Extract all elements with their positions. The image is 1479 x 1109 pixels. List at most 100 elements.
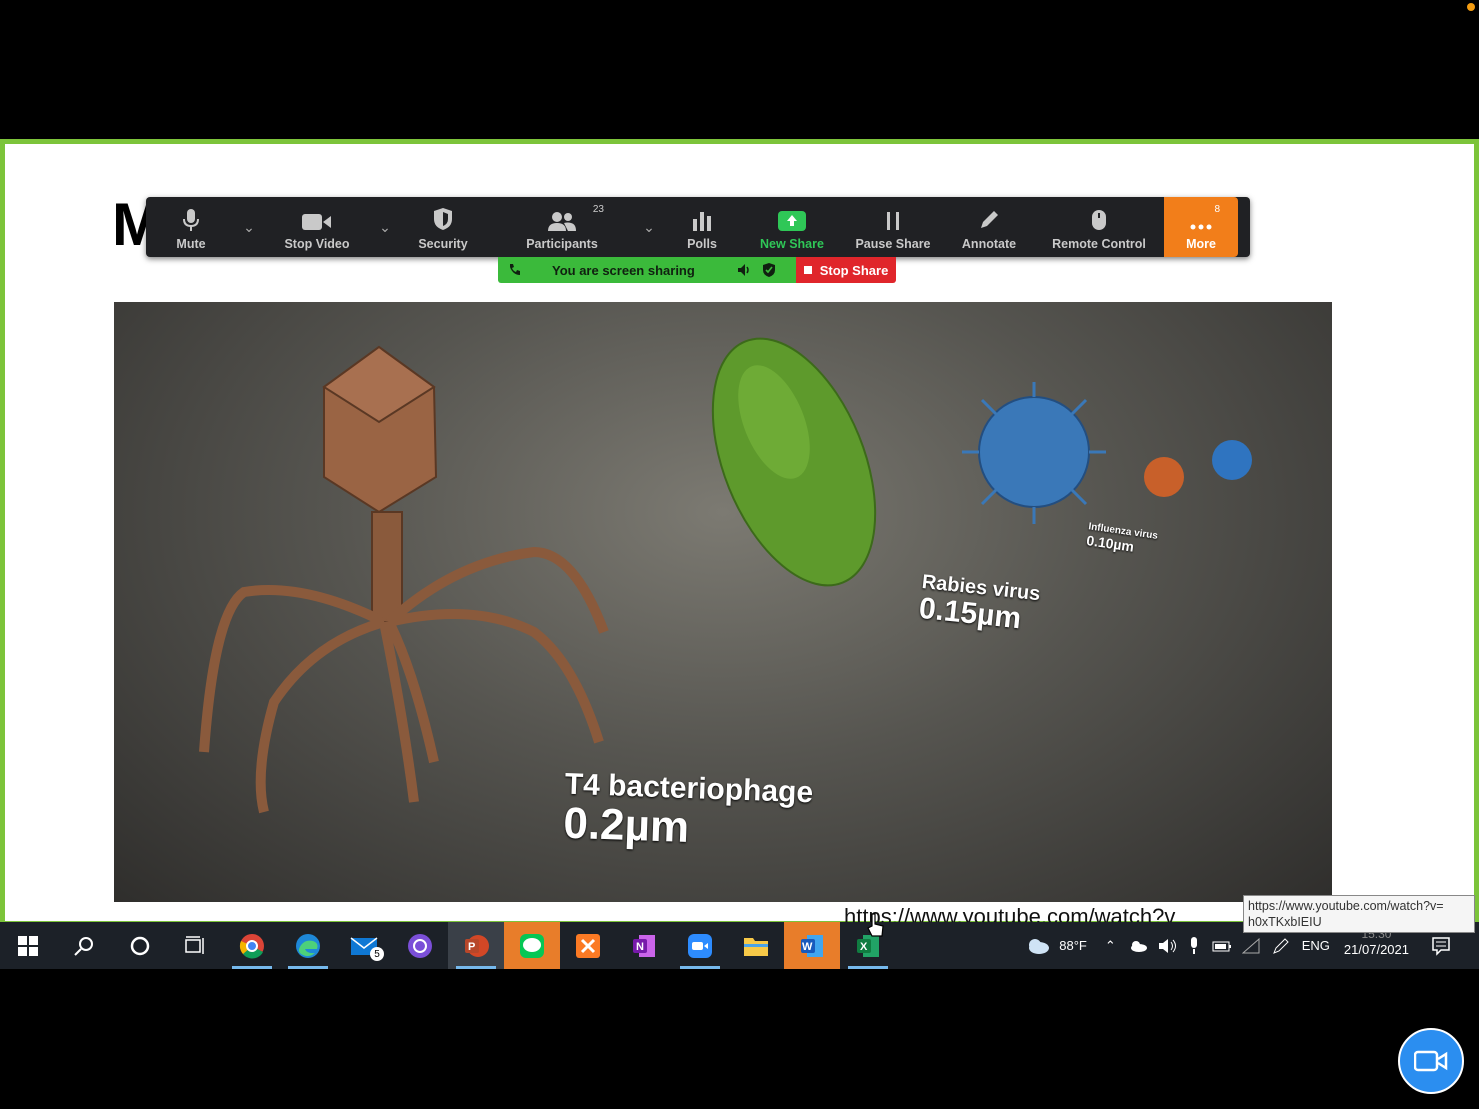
search-icon <box>74 936 93 956</box>
tooltip-line-1: https://www.youtube.com/watch?v= <box>1248 899 1444 913</box>
zoom-taskbar-button[interactable] <box>672 922 728 969</box>
annotate-label: Annotate <box>961 237 1017 251</box>
t4-size: 0.2µm <box>562 798 690 853</box>
word-icon: W <box>801 934 823 957</box>
windows-logo-icon <box>18 935 38 956</box>
participants-count: 23 <box>592 204 604 215</box>
remote-control-label: Remote Control <box>1052 237 1146 251</box>
chevron-down-icon: ⌄ <box>379 218 391 235</box>
running-indicator <box>232 966 272 969</box>
onenote-icon: N <box>633 934 655 957</box>
more-count: 8 <box>1214 204 1220 215</box>
line-chat-icon <box>520 933 544 958</box>
security-button[interactable]: Security <box>398 197 488 257</box>
speaker-icon <box>737 264 749 276</box>
chrome-icon <box>239 933 264 958</box>
more-button[interactable]: 8 More <box>1164 197 1238 257</box>
line-taskbar-button[interactable] <box>504 922 560 969</box>
recording-indicator <box>1467 3 1475 11</box>
svg-text:P: P <box>468 941 475 953</box>
zoom-floating-video-button[interactable] <box>1398 1028 1464 1094</box>
pen-ink-icon[interactable] <box>1272 937 1290 955</box>
cortana-app-taskbar-button[interactable] <box>392 922 448 969</box>
screen-sharing-banner: You are screen sharing Stop Share <box>498 257 896 283</box>
polls-button[interactable]: Polls <box>662 197 742 257</box>
notifications-icon[interactable] <box>1431 936 1451 956</box>
pause-icon <box>887 212 899 230</box>
rabies-label: Rabies virus 0.15µm <box>917 571 1041 636</box>
more-dots-icon <box>1190 224 1212 230</box>
chevron-down-icon: ⌄ <box>643 218 655 235</box>
share-screen-icon <box>778 211 806 231</box>
more-label: More <box>1186 237 1216 251</box>
microphone-icon <box>183 209 199 231</box>
audio-options-caret[interactable]: ⌄ <box>236 197 262 257</box>
onenote-taskbar-button[interactable]: N <box>616 922 672 969</box>
word-taskbar-button[interactable]: W <box>784 922 840 969</box>
new-share-button[interactable]: New Share <box>742 197 842 257</box>
participants-icon <box>548 212 576 231</box>
mute-label: Mute <box>176 237 206 251</box>
video-camera-icon <box>302 214 331 230</box>
zoom-app-icon <box>688 933 712 958</box>
chrome-taskbar-button[interactable] <box>224 922 280 969</box>
participants-button[interactable]: 23 Participants <box>488 197 636 257</box>
stop-video-label: Stop Video <box>284 237 350 251</box>
svg-text:X: X <box>860 941 868 953</box>
volume-icon[interactable] <box>1158 938 1178 954</box>
url-tooltip: https://www.youtube.com/watch?v= h0xTKxb… <box>1243 895 1475 933</box>
microphone-icon[interactable] <box>1188 936 1200 955</box>
language-indicator[interactable]: ENG <box>1302 938 1330 953</box>
security-label: Security <box>418 237 468 251</box>
file-explorer-taskbar-button[interactable] <box>728 922 784 969</box>
xampp-icon <box>576 933 600 958</box>
clock-date: 21/07/2021 <box>1343 941 1409 957</box>
start-button[interactable] <box>0 922 56 969</box>
meeting-toolbar: Mute ⌄ Stop Video ⌄ Security 23 Particip… <box>146 197 1250 257</box>
mouse-cursor-icon <box>867 913 884 937</box>
microbe-size-comparison-image: T4 bacteriophage 0.2µm Rabies virus 0.15… <box>114 302 1332 902</box>
remote-control-button[interactable]: Remote Control <box>1034 197 1164 257</box>
video-camera-icon <box>1414 1050 1448 1072</box>
task-view-button[interactable] <box>168 922 224 969</box>
polls-label: Polls <box>687 237 717 251</box>
annotate-button[interactable]: Annotate <box>944 197 1034 257</box>
mouse-icon <box>1092 210 1106 230</box>
running-indicator <box>848 966 888 969</box>
stop-share-button[interactable]: Stop Share <box>796 257 896 283</box>
onedrive-cloud-icon[interactable] <box>1128 939 1148 953</box>
weather-temperature[interactable]: 88°F <box>1059 938 1087 953</box>
xampp-taskbar-button[interactable] <box>560 922 616 969</box>
powerpoint-icon: P <box>465 934 489 957</box>
mute-button[interactable]: Mute <box>146 197 236 257</box>
edge-taskbar-button[interactable] <box>280 922 336 969</box>
stop-video-button[interactable]: Stop Video <box>262 197 372 257</box>
search-button[interactable] <box>56 922 112 969</box>
powerpoint-taskbar-button[interactable]: P <box>448 922 504 969</box>
edge-icon <box>296 933 320 958</box>
new-share-label: New Share <box>760 237 824 251</box>
phone-icon <box>510 264 520 275</box>
participants-options-caret[interactable]: ⌄ <box>636 197 662 257</box>
video-options-caret[interactable]: ⌄ <box>372 197 398 257</box>
folder-icon <box>744 937 768 956</box>
pause-share-button[interactable]: Pause Share <box>842 197 944 257</box>
tooltip-line-2: h0xTKxbIEIU <box>1248 915 1322 929</box>
chevron-up-icon[interactable]: ⌃ <box>1105 938 1116 954</box>
running-indicator <box>456 966 496 969</box>
svg-text:N: N <box>636 941 644 953</box>
battery-icon[interactable] <box>1212 939 1232 953</box>
pencil-icon <box>981 211 998 228</box>
task-view-icon <box>185 935 204 954</box>
mail-taskbar-button[interactable]: 5 <box>336 922 392 969</box>
cortana-icon <box>130 936 150 955</box>
shield-icon <box>434 208 452 230</box>
wifi-icon[interactable] <box>1241 937 1260 954</box>
mail-badge: 5 <box>370 947 384 961</box>
sharing-status: You are screen sharing <box>498 257 796 283</box>
stop-share-label: Stop Share <box>819 262 889 278</box>
clock[interactable]: 15:30 21/07/2021 <box>1343 927 1409 958</box>
cortana-button[interactable] <box>112 922 168 969</box>
purple-circle-app-icon <box>408 933 432 958</box>
chevron-down-icon: ⌄ <box>243 218 255 235</box>
